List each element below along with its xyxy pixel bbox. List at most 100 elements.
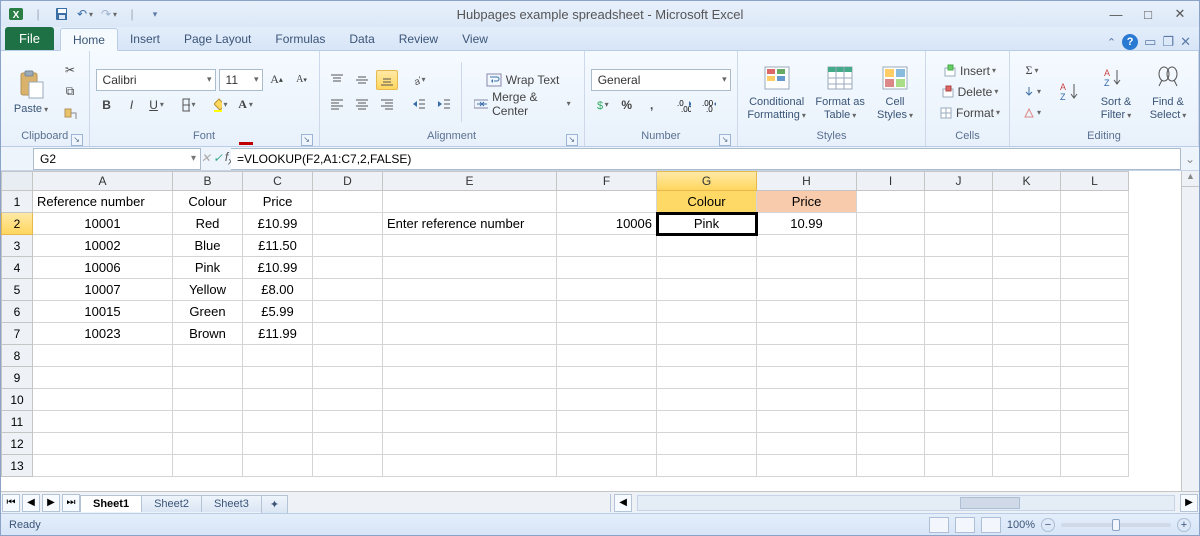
cell-K1[interactable] [993,191,1061,213]
cell-L3[interactable] [1061,235,1129,257]
cell-H10[interactable] [757,389,857,411]
cell-E13[interactable] [383,455,557,477]
cell-I1[interactable] [857,191,925,213]
cell-J4[interactable] [925,257,993,279]
fill-button[interactable] [1016,82,1048,102]
cell-F1[interactable] [557,191,657,213]
cell-E11[interactable] [383,411,557,433]
redo-icon[interactable]: ↷ [99,5,119,23]
merge-center-button[interactable]: Merge & Center [467,94,577,114]
cell-G13[interactable] [657,455,757,477]
cell-D8[interactable] [313,345,383,367]
row-header-11[interactable]: 11 [1,411,33,433]
cell-B5[interactable]: Yellow [173,279,243,301]
col-header-F[interactable]: F [557,171,657,191]
tab-prev-icon[interactable]: ◀ [22,494,40,512]
cell-G4[interactable] [657,257,757,279]
row-header-2[interactable]: 2 [1,213,33,235]
autosum-button[interactable]: Σ [1016,61,1048,81]
bold-icon[interactable]: B [96,95,118,115]
cell-G3[interactable] [657,235,757,257]
col-header-A[interactable]: A [33,171,173,191]
cell-A12[interactable] [33,433,173,455]
insert-cells-button[interactable]: Insert [932,61,1007,81]
percent-icon[interactable]: % [616,95,638,115]
cell-G2[interactable]: Pink [657,213,757,235]
cell-E6[interactable] [383,301,557,323]
formula-expand-icon[interactable]: ⌄ [1181,152,1199,166]
cell-I11[interactable] [857,411,925,433]
align-right-icon[interactable] [376,94,398,114]
tab-insert[interactable]: Insert [118,27,172,50]
cell-F13[interactable] [557,455,657,477]
cell-I10[interactable] [857,389,925,411]
cell-K6[interactable] [993,301,1061,323]
view-normal-icon[interactable] [929,517,949,533]
cell-F11[interactable] [557,411,657,433]
cell-F6[interactable] [557,301,657,323]
qat-customize-icon[interactable]: ▾ [145,5,165,23]
cell-C10[interactable] [243,389,313,411]
vertical-scrollbar[interactable]: ▲ [1181,171,1199,491]
currency-icon[interactable]: $ [591,95,613,115]
col-header-D[interactable]: D [313,171,383,191]
cell-A3[interactable]: 10002 [33,235,173,257]
tab-data[interactable]: Data [337,27,386,50]
tab-first-icon[interactable]: ⏮ [2,494,20,512]
comma-icon[interactable]: , [641,95,663,115]
cell-G8[interactable] [657,345,757,367]
cell-B9[interactable] [173,367,243,389]
cell-A11[interactable] [33,411,173,433]
cell-I2[interactable] [857,213,925,235]
horizontal-scrollbar[interactable] [637,495,1175,511]
cell-L1[interactable] [1061,191,1129,213]
cell-J8[interactable] [925,345,993,367]
cell-K5[interactable] [993,279,1061,301]
cell-F3[interactable] [557,235,657,257]
cell-B3[interactable]: Blue [173,235,243,257]
cell-I4[interactable] [857,257,925,279]
col-header-E[interactable]: E [383,171,557,191]
cell-E4[interactable] [383,257,557,279]
cell-K4[interactable] [993,257,1061,279]
view-break-icon[interactable] [981,517,1001,533]
alignment-launcher-icon[interactable]: ↘ [566,134,578,146]
cell-F8[interactable] [557,345,657,367]
indent-icon[interactable] [433,94,455,114]
cell-J3[interactable] [925,235,993,257]
cell-B4[interactable]: Pink [173,257,243,279]
cell-B12[interactable] [173,433,243,455]
ribbon-minimize-icon[interactable]: ⌃ [1107,36,1116,49]
wrap-text-button[interactable]: Wrap Text [467,70,577,90]
col-header-J[interactable]: J [925,171,993,191]
cell-D3[interactable] [313,235,383,257]
col-header-G[interactable]: G [657,171,757,191]
cell-F5[interactable] [557,279,657,301]
tab-view[interactable]: View [450,27,500,50]
row-header-9[interactable]: 9 [1,367,33,389]
cell-J1[interactable] [925,191,993,213]
row-header-4[interactable]: 4 [1,257,33,279]
cell-J12[interactable] [925,433,993,455]
cell-E7[interactable] [383,323,557,345]
zoom-out-icon[interactable]: − [1041,518,1055,532]
align-left-icon[interactable] [326,94,348,114]
format-cells-button[interactable]: Format [932,103,1007,123]
cell-H7[interactable] [757,323,857,345]
grow-font-icon[interactable]: A▴ [266,70,288,90]
underline-icon[interactable]: U [146,95,168,115]
clipboard-launcher-icon[interactable]: ↘ [71,134,83,146]
undo-icon[interactable]: ↶ [75,5,95,23]
delete-cells-button[interactable]: Delete [932,82,1007,102]
fill-color-icon[interactable] [210,95,232,115]
cell-L13[interactable] [1061,455,1129,477]
col-header-K[interactable]: K [993,171,1061,191]
hscroll-left-icon[interactable]: ◀ [614,494,632,512]
cell-J7[interactable] [925,323,993,345]
cell-H9[interactable] [757,367,857,389]
cell-J13[interactable] [925,455,993,477]
zoom-slider[interactable] [1061,523,1171,527]
cell-G5[interactable] [657,279,757,301]
cell-K8[interactable] [993,345,1061,367]
cell-G6[interactable] [657,301,757,323]
